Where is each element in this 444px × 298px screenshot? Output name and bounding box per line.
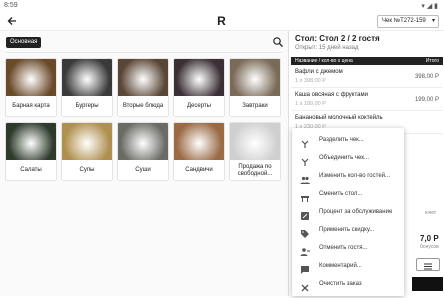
- list-button[interactable]: [416, 258, 440, 271]
- order-row[interactable]: Каша овсяная с фруктами 1 х 199,00 Р 199…: [291, 89, 443, 111]
- receipt-dropdown[interactable]: Чек №T272-159 ▾: [377, 15, 439, 28]
- category-label: Бургеры: [75, 103, 99, 109]
- category-image: [118, 123, 168, 160]
- category-label: Сандвичи: [185, 167, 213, 173]
- merge-icon: [300, 154, 310, 166]
- order-row[interactable]: Вафли с джемом 1 х 398,00 Р 398,00 Р: [291, 66, 443, 88]
- category-tile[interactable]: Супы: [61, 122, 113, 181]
- search-icon[interactable]: [272, 35, 284, 47]
- category-tile[interactable]: Продажа по свободной...: [229, 122, 281, 181]
- menu-item-label: Разделить чек...: [319, 137, 364, 143]
- remove-guest-icon: [300, 244, 310, 256]
- header-name: Название / кол-во х цена: [295, 58, 353, 64]
- status-indicators: ▾ ◢ ▮: [421, 3, 438, 10]
- category-image: [6, 59, 56, 96]
- category-tile[interactable]: Барная карта: [5, 58, 57, 117]
- category-image: [62, 59, 112, 96]
- category-label: Десерты: [186, 103, 211, 109]
- menu-item[interactable]: Применить скидку...: [292, 222, 404, 240]
- split-icon: [300, 136, 310, 148]
- category-label: Продажа по свободной...: [237, 163, 273, 177]
- table-icon: [300, 190, 310, 202]
- category-tile[interactable]: Завтраки: [229, 58, 281, 117]
- category-tab-main[interactable]: Основная: [6, 37, 42, 48]
- category-tile[interactable]: Вторые блюда: [117, 58, 169, 117]
- item-qty: 1 х 199,00 Р: [295, 101, 326, 107]
- menu-item-label: Применить скидку...: [319, 227, 375, 233]
- category-label: Барная карта: [12, 103, 50, 109]
- category-image: [230, 59, 280, 96]
- order-total: 7,0 Р: [420, 234, 439, 243]
- percent-icon: [300, 208, 310, 220]
- menu-item[interactable]: Отменить гостя...: [292, 240, 404, 258]
- menu-item[interactable]: Комментарий...: [292, 258, 404, 276]
- app-logo: R: [217, 14, 226, 28]
- bonus-label: бонусов: [420, 244, 439, 250]
- menu-item[interactable]: Объединить чек...: [292, 150, 404, 168]
- menu-catalog: Основная Барная карта Бургеры Вторые блюда…: [0, 31, 288, 296]
- item-price: 398,00 Р: [414, 74, 439, 80]
- menu-item[interactable]: Разделить чек...: [292, 132, 404, 150]
- category-label: Салаты: [20, 167, 42, 173]
- menu-item-label: Комментарий...: [319, 263, 362, 269]
- category-image: [118, 59, 168, 96]
- status-time: 8:59: [4, 2, 18, 9]
- menu-item-label: Процент за обслуживание: [319, 209, 393, 215]
- category-image: [174, 59, 224, 96]
- status-bar: 8:59 ▾ ◢ ▮: [0, 0, 444, 11]
- category-label: Супы: [79, 167, 95, 173]
- category-image: [174, 123, 224, 160]
- category-tile[interactable]: Бургеры: [61, 58, 113, 117]
- context-menu: Разделить чек... Объединить чек... Изменит…: [292, 128, 404, 296]
- menu-item[interactable]: Очистить заказ: [292, 276, 404, 294]
- category-tile[interactable]: Салаты: [5, 122, 57, 181]
- chevron-down-icon: ▾: [431, 18, 435, 24]
- item-price: 199,00 Р: [414, 97, 439, 103]
- order-table-header: Название / кол-во х цена Итого: [291, 57, 443, 65]
- menu-item[interactable]: Сменить стол...: [292, 186, 404, 204]
- item-qty: 1 х 398,00 Р: [295, 78, 326, 84]
- header-total: Итого: [425, 58, 439, 64]
- category-tile[interactable]: Суши: [117, 122, 169, 181]
- category-label: Вторые блюда: [122, 103, 164, 109]
- menu-item-label: Сменить стол...: [319, 191, 363, 197]
- menu-item[interactable]: Изменить кол-во гостей...: [292, 168, 404, 186]
- table-title: Стол: Стол 2 / 2 гостя: [295, 34, 380, 43]
- item-name: Вафли с джемом: [295, 69, 343, 75]
- discount-tag-icon: [300, 226, 310, 238]
- pay-button[interactable]: [412, 277, 443, 291]
- menu-item-label: Отменить гостя...: [319, 245, 368, 251]
- category-label: Суши: [135, 167, 151, 173]
- category-image: [230, 123, 280, 160]
- receipt-number: Чек №T272-159: [382, 18, 426, 24]
- menu-item[interactable]: Процент за обслуживание: [292, 204, 404, 222]
- comment-icon: [300, 262, 310, 274]
- category-tile[interactable]: Десерты: [173, 58, 225, 117]
- category-image: [6, 123, 56, 160]
- item-name: Каша овсяная с фруктами: [295, 92, 368, 98]
- menu-item-label: Изменить кол-во гостей...: [319, 173, 391, 179]
- service-note: ючет: [425, 210, 437, 216]
- back-arrow-icon[interactable]: [6, 15, 18, 27]
- guests-icon: [300, 172, 310, 184]
- app-bar: R Чек №T272-159 ▾: [0, 11, 444, 31]
- divider: [6, 52, 282, 53]
- close-icon: [300, 280, 310, 292]
- opened-time: Открыт: 15 дней назад: [295, 45, 359, 51]
- menu-item-label: Очистить заказ: [319, 281, 362, 287]
- category-label: Завтраки: [242, 103, 268, 109]
- item-name: Банановый молочный коктейль: [295, 115, 383, 121]
- category-image: [62, 123, 112, 160]
- menu-item-label: Объединить чек...: [319, 155, 370, 161]
- category-tile[interactable]: Сандвичи: [173, 122, 225, 181]
